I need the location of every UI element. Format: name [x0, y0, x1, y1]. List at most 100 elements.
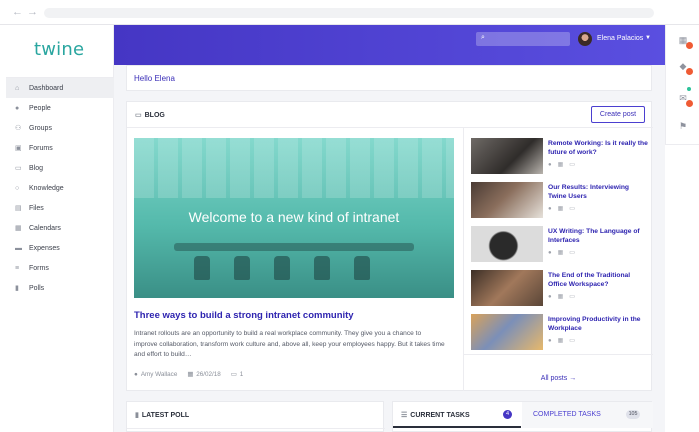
- tab-current-tasks[interactable]: ☰ CURRENT TASKS 4: [393, 402, 521, 428]
- sidebar-item-people[interactable]: ● People: [6, 98, 114, 118]
- post-thumbnail[interactable]: [471, 270, 543, 306]
- sidebar-item-polls[interactable]: ▮ Polls: [6, 278, 114, 298]
- post-meta-icons: ●▦▭: [548, 250, 581, 256]
- image-decoration: [194, 256, 210, 280]
- sidebar-item-dashboard[interactable]: ⌂ Dashboard: [6, 78, 114, 98]
- address-bar[interactable]: [44, 8, 654, 18]
- list-item[interactable]: UX Writing: The Language of Interfaces ●…: [471, 226, 649, 266]
- sidebar-item-label: Groups: [29, 124, 52, 132]
- image-decoration: [274, 256, 290, 280]
- poll-icon: ▮: [15, 285, 19, 292]
- post-title[interactable]: UX Writing: The Language of Interfaces: [548, 227, 648, 245]
- post-date-value: 26/02/18: [196, 371, 221, 378]
- poll-heading-label: LATEST POLL: [141, 412, 190, 419]
- blog-heading: ▭ BLOG: [135, 111, 165, 119]
- app-logo[interactable]: twine: [34, 39, 84, 60]
- post-thumbnail[interactable]: [471, 182, 543, 218]
- hero-headline: Welcome to a new kind of intranet: [188, 209, 400, 225]
- calendar-icon: ▦: [187, 371, 194, 378]
- post-meta-icons: ●▦▭: [548, 294, 581, 300]
- sidebar-item-label: Calendars: [29, 224, 61, 232]
- count-badge: 4: [503, 410, 512, 419]
- search-input[interactable]: ⌕: [476, 32, 570, 46]
- sidebar-item-expenses[interactable]: ▬ Expenses: [6, 238, 114, 258]
- post-meta-icons: ●▦▭: [548, 206, 581, 212]
- sidebar-item-label: People: [29, 104, 51, 112]
- post-comments: ▭ 1: [231, 371, 243, 378]
- back-arrow-icon[interactable]: ←: [12, 6, 23, 18]
- messages-icon[interactable]: ✉: [674, 89, 693, 107]
- forms-icon: ≡: [15, 264, 20, 272]
- all-posts-link[interactable]: All posts →: [464, 375, 653, 382]
- person-icon: ●: [15, 104, 20, 112]
- checklist-icon: ☰: [401, 412, 408, 419]
- featured-post-excerpt: Intranet rollouts are an opportunity to …: [134, 330, 445, 358]
- list-item[interactable]: Our Results: Interviewing Twine Users ●▦…: [471, 182, 649, 222]
- list-item[interactable]: Improving Productivity in the Workplace …: [471, 314, 649, 354]
- lightbulb-icon: ○: [15, 184, 20, 192]
- sidebar-item-label: Polls: [29, 284, 45, 292]
- browser-toolbar: ← →: [0, 0, 699, 25]
- comment-icon: ▭: [230, 371, 237, 378]
- sidebar-item-label: Files: [29, 204, 44, 212]
- calendar-icon: ▦: [15, 225, 22, 232]
- user-name[interactable]: Elena Palacios: [597, 35, 643, 42]
- sidebar-item-label: Blog: [29, 164, 44, 172]
- sidebar-item-files[interactable]: ▤ Files: [6, 198, 114, 218]
- featured-post-image[interactable]: Welcome to a new kind of intranet: [134, 138, 454, 298]
- top-header: ⌕ Elena Palacios ▼: [114, 25, 665, 65]
- sidebar-item-forums[interactable]: ▣ Forums: [6, 138, 114, 158]
- post-meta-icons: ●▦▭: [548, 338, 581, 344]
- person-icon: ●: [134, 371, 138, 378]
- post-thumbnail[interactable]: [471, 226, 543, 262]
- forward-arrow-icon[interactable]: →: [27, 6, 38, 18]
- list-item[interactable]: The End of the Traditional Office Worksp…: [471, 270, 649, 310]
- blog-icon: ▭: [135, 112, 142, 119]
- chevron-down-icon[interactable]: ▼: [645, 35, 651, 41]
- forum-icon: ▣: [15, 145, 22, 152]
- post-title[interactable]: Our Results: Interviewing Twine Users: [548, 183, 648, 201]
- image-decoration: [234, 256, 250, 280]
- blog-card: ▭ BLOG Create post Welcome to a new kind …: [126, 101, 653, 391]
- sidebar-item-groups[interactable]: ⚇ Groups: [6, 118, 114, 138]
- sidebar-item-calendars[interactable]: ▦ Calendars: [6, 218, 114, 238]
- notification-badge: [686, 68, 693, 75]
- post-thumbnail[interactable]: [471, 138, 543, 174]
- post-meta-icons: ●▦▭: [548, 162, 581, 168]
- greeting-text: Hello Elena: [134, 74, 175, 83]
- sidebar-item-label: Dashboard: [29, 84, 64, 92]
- post-thumbnail[interactable]: [471, 314, 543, 350]
- create-post-button[interactable]: Create post: [591, 106, 645, 123]
- avatar[interactable]: [578, 32, 592, 46]
- post-comment-count: 1: [239, 371, 244, 378]
- blog-heading-label: BLOG: [144, 112, 165, 119]
- calendar-notifications-icon[interactable]: ▦: [674, 31, 693, 49]
- file-icon: ▤: [15, 205, 22, 212]
- group-icon: ⚇: [15, 125, 22, 132]
- main-content: Hello Elena ▭ BLOG Create post Welcome to…: [114, 65, 665, 432]
- sidebar-item-knowledge[interactable]: ○ Knowledge: [6, 178, 114, 198]
- divider: [127, 428, 385, 429]
- sidebar-item-blog[interactable]: ▭ Blog: [6, 158, 114, 178]
- tab-current-label: CURRENT TASKS: [410, 412, 470, 419]
- list-item[interactable]: Remote Working: Is it really the future …: [471, 138, 649, 178]
- image-decoration: [134, 138, 454, 198]
- count-badge: 105: [626, 410, 640, 419]
- tab-label: ☰ CURRENT TASKS: [401, 411, 470, 419]
- sidebar-item-forms[interactable]: ≡ Forms: [6, 258, 114, 278]
- post-title[interactable]: The End of the Traditional Office Worksp…: [548, 271, 648, 289]
- tasks-card: ☰ CURRENT TASKS 4 COMPLETED TASKS 105: [392, 401, 653, 432]
- flag-icon[interactable]: ⚑: [674, 117, 692, 135]
- divider: [464, 354, 653, 355]
- post-author-name: Amy Wallace: [140, 371, 178, 378]
- expenses-icon: ▬: [15, 244, 22, 252]
- tab-completed-tasks[interactable]: COMPLETED TASKS 105: [522, 402, 653, 428]
- featured-post-title[interactable]: Three ways to build a strong intranet co…: [134, 310, 354, 321]
- bell-icon[interactable]: ◆: [674, 57, 693, 75]
- image-decoration: [174, 243, 414, 251]
- post-title[interactable]: Remote Working: Is it really the future …: [548, 139, 648, 157]
- post-title[interactable]: Improving Productivity in the Workplace: [548, 315, 648, 333]
- notification-badge: [686, 42, 693, 49]
- sidebar-item-label: Knowledge: [29, 184, 64, 192]
- sidebar-item-label: Expenses: [29, 244, 60, 252]
